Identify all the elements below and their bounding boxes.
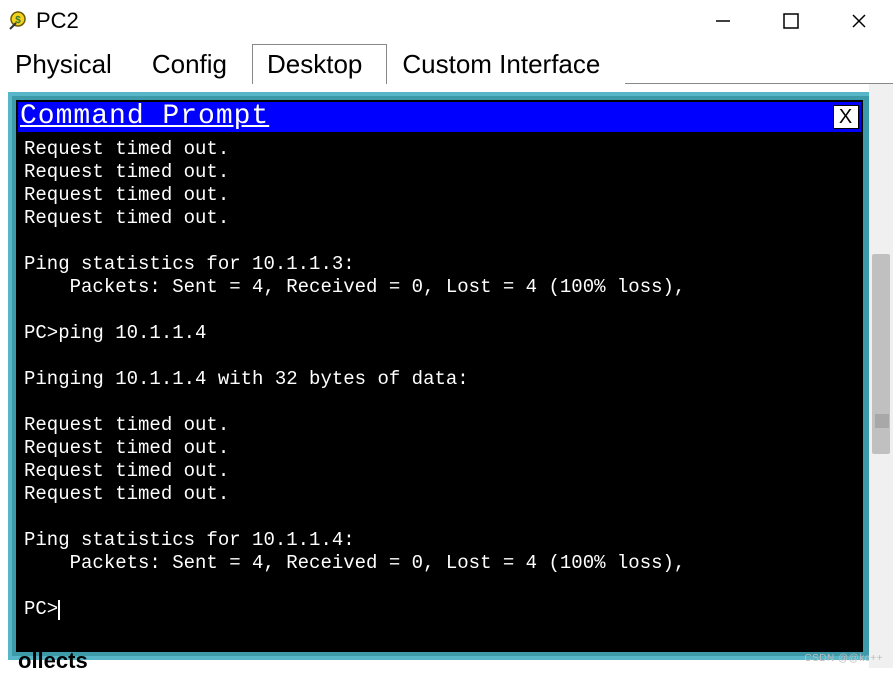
window-controls [689,0,893,42]
scrollbar-grip [875,414,889,428]
command-prompt-title: Command Prompt [20,103,833,131]
watermark: CSDN @@kc++ [804,653,883,664]
terminal-cursor [58,600,60,620]
command-prompt-close-button[interactable]: X [833,105,859,129]
close-button[interactable] [825,0,893,42]
desktop-area: Command Prompt X Request timed out. Requ… [8,92,889,660]
tab-desktop[interactable]: Desktop [252,44,387,84]
tab-physical[interactable]: Physical [0,44,137,84]
window-title: PC2 [36,8,79,34]
command-prompt-window: Command Prompt X Request timed out. Requ… [16,100,863,652]
maximize-button[interactable] [757,0,825,42]
tab-strip: Physical Config Desktop Custom Interface [0,42,893,84]
terminal-output: Request timed out. Request timed out. Re… [24,138,685,620]
command-prompt-body[interactable]: Request timed out. Request timed out. Re… [18,132,861,650]
application-window: $ PC2 Physical Config Desktop Custom Int… [0,0,893,668]
app-icon: $ [6,9,30,33]
vertical-scrollbar[interactable] [869,84,893,668]
tab-custom-interface[interactable]: Custom Interface [387,44,625,84]
command-prompt-titlebar[interactable]: Command Prompt X [18,102,861,132]
svg-text:$: $ [15,15,21,26]
truncated-footer-text: ollects [18,648,88,674]
title-bar: $ PC2 [0,0,893,42]
tab-config[interactable]: Config [137,44,252,84]
minimize-button[interactable] [689,0,757,42]
